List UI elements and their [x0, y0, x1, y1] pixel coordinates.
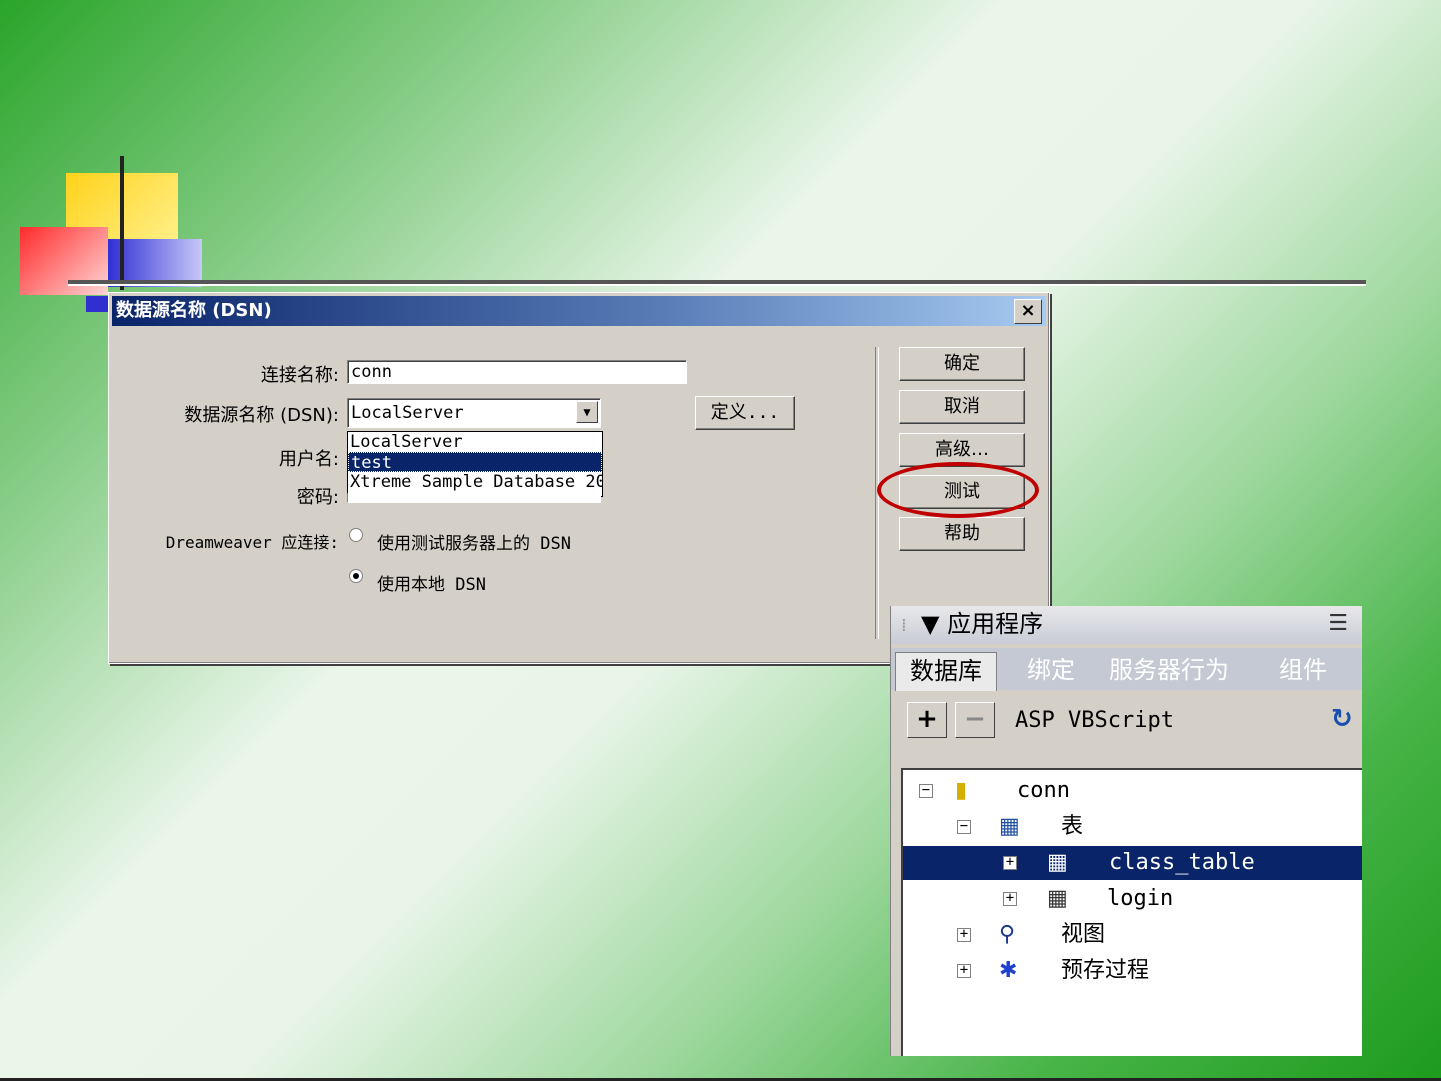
connect-via-label: Dreamweaver 应连接: [165, 533, 339, 552]
dsn-option[interactable]: LocalServer [348, 432, 602, 452]
panel-tabs: 数据库 绑定 服务器行为 组件 [891, 648, 1362, 691]
tab-components[interactable]: 组件 [1279, 652, 1327, 690]
tree-node-login-label: login [1107, 886, 1174, 911]
radio-use-server-dsn-label: 使用测试服务器上的 DSN [377, 534, 571, 554]
server-model-label: ASP VBScript [1015, 708, 1174, 733]
tree-node-conn-label: conn [1017, 778, 1070, 803]
tab-database[interactable]: 数据库 [895, 652, 997, 691]
collapse-icon[interactable]: − [957, 819, 971, 834]
dsn-select-value: LocalServer [351, 403, 464, 423]
tree-node-login[interactable]: + ▦ login [903, 882, 1362, 916]
tab-server-behaviors[interactable]: 服务器行为 [1109, 652, 1229, 690]
password-label: 密码: [296, 487, 339, 508]
grip-icon[interactable]: ⁞ [901, 608, 907, 644]
deco-horizontal-highlight [68, 284, 1366, 286]
dsn-label: 数据源名称 (DSN): [184, 405, 339, 426]
connection-name-input[interactable]: conn [347, 360, 687, 384]
expand-icon[interactable]: + [1003, 855, 1017, 870]
deco-vertical-line [120, 156, 124, 290]
tree-node-conn[interactable]: − ▮ conn [903, 774, 1362, 808]
username-label: 用户名: [278, 449, 339, 470]
password-input[interactable] [347, 493, 601, 503]
database-icon: ▮ [955, 778, 968, 803]
collapse-icon[interactable]: − [919, 783, 933, 798]
chevron-down-icon[interactable]: ▼ [576, 401, 598, 423]
procedure-gear-icon: ✱ [999, 958, 1018, 983]
tab-bindings[interactable]: 绑定 [1027, 652, 1075, 690]
tree-node-views-label: 视图 [1061, 922, 1106, 947]
database-tree: − ▮ conn − ▦ 表 + ▦ class_table + ▦ login… [901, 768, 1362, 1056]
view-search-icon: ⚲ [999, 922, 1016, 947]
tree-node-procedures-label: 预存过程 [1061, 958, 1150, 983]
dsn-option-selected[interactable]: test [348, 452, 602, 473]
radio-use-server-dsn[interactable] [349, 528, 363, 542]
expand-icon[interactable]: + [957, 963, 971, 978]
tree-node-class-table[interactable]: + ▦ class_table [903, 846, 1362, 880]
expand-icon[interactable]: + [957, 927, 971, 942]
panel-toolbar: + − ASP VBScript ↻ [891, 694, 1362, 754]
panel-header: ⁞ ▼ 应用程序 ☰ [891, 606, 1362, 644]
dsn-select[interactable]: LocalServer ▼ [347, 398, 601, 428]
refresh-icon[interactable]: ↻ [1331, 704, 1353, 734]
dsn-option[interactable]: Xtreme Sample Database 20 [348, 472, 602, 492]
tables-folder-icon: ▦ [999, 814, 1020, 839]
tree-node-procedures[interactable]: + ✱ 预存过程 [903, 954, 1362, 988]
minus-icon[interactable]: − [955, 702, 995, 738]
tree-node-views[interactable]: + ⚲ 视图 [903, 918, 1362, 952]
define-button[interactable]: 定义... [695, 396, 795, 430]
expand-icon[interactable]: + [1003, 891, 1017, 906]
radio-use-local-dsn[interactable] [349, 569, 363, 583]
cancel-button[interactable]: 取消 [899, 390, 1025, 424]
ok-button[interactable]: 确定 [899, 347, 1025, 381]
deco-small-blue-square [86, 296, 108, 312]
plus-icon[interactable]: + [907, 702, 947, 738]
close-button[interactable]: × [1014, 299, 1042, 324]
table-icon: ▦ [1047, 850, 1068, 875]
help-button[interactable]: 帮助 [899, 517, 1025, 551]
dialog-titlebar: 数据源名称 (DSN) × [112, 296, 1046, 326]
radio-use-local-dsn-label: 使用本地 DSN [377, 575, 486, 595]
table-icon: ▦ [1047, 886, 1068, 911]
dialog-title: 数据源名称 (DSN) [116, 300, 272, 321]
highlight-oval [877, 462, 1039, 518]
application-panel: ⁞ ▼ 应用程序 ☰ 数据库 绑定 服务器行为 组件 + − ASP VBScr… [890, 606, 1362, 1056]
options-menu-icon[interactable]: ☰ [1328, 606, 1348, 642]
dsn-dropdown-list[interactable]: LocalServer test Xtreme Sample Database … [347, 431, 603, 497]
tree-node-class-table-label: class_table [1109, 850, 1255, 875]
panel-title[interactable]: ▼ 应用程序 [921, 606, 1043, 642]
tree-node-tables[interactable]: − ▦ 表 [903, 810, 1362, 844]
tree-node-tables-label: 表 [1061, 814, 1084, 839]
connection-name-label: 连接名称: [260, 365, 339, 386]
